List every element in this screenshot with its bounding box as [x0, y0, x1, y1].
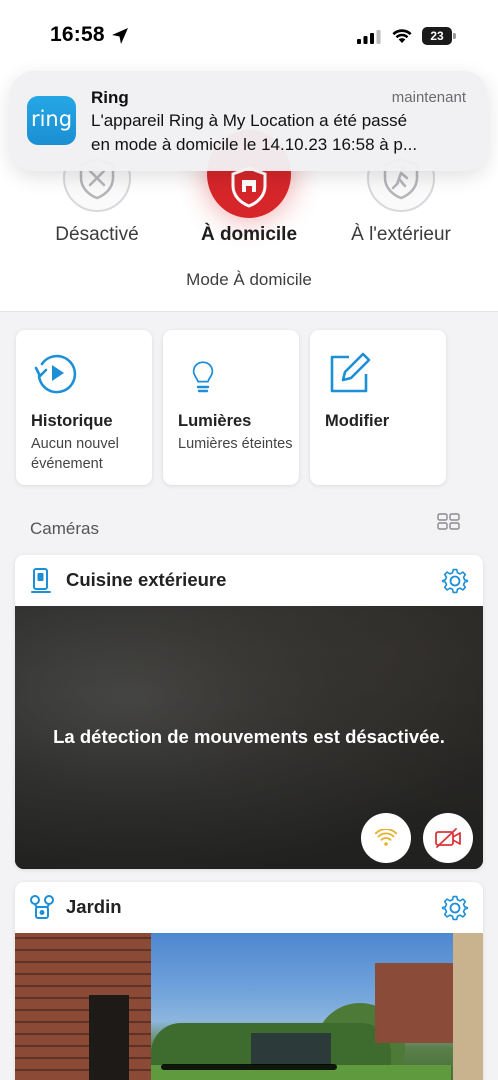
notification-line-1: L'appareil Ring à My Location a été pass…: [91, 111, 408, 130]
doorbell-camera-icon: [31, 568, 51, 593]
battery-indicator: 23: [422, 27, 456, 45]
feed-brick-wall: [15, 933, 151, 1080]
camera-disabled-button[interactable]: [423, 813, 473, 863]
history-icon: [34, 354, 77, 394]
notification-body: L'appareil Ring à My Location a été pass…: [91, 109, 476, 157]
ring-app-icon: ring: [27, 96, 76, 145]
notification-line-2: en mode à domicile le 14.10.23 16:58 à p…: [91, 135, 418, 154]
motion-detection-message: La détection de mouvements est désactivé…: [53, 726, 445, 747]
gear-icon[interactable]: [441, 567, 469, 595]
edit-title: Modifier: [325, 412, 390, 430]
history-card[interactable]: Historique Aucun nouvel événement: [16, 330, 152, 485]
camera-header: Cuisine extérieure: [15, 555, 483, 606]
lights-card[interactable]: Lumières Lumières éteintes: [163, 330, 299, 485]
cellular-signal-icon: [357, 30, 381, 44]
status-time: 16:58: [50, 23, 105, 46]
battery-level: 23: [422, 27, 452, 45]
notification-app-name: Ring: [91, 88, 129, 107]
camera-off-icon: [435, 828, 461, 848]
feed-house: [375, 963, 455, 1043]
wifi-signal-icon: [375, 829, 397, 846]
cameras-section-label: Caméras: [30, 519, 99, 538]
grid-view-icon[interactable]: [437, 513, 460, 530]
mode-caption: Mode À domicile: [186, 270, 312, 289]
camera-name: Cuisine extérieure: [66, 569, 227, 590]
floodlight-camera-icon: [30, 895, 54, 919]
edit-icon: [330, 352, 371, 393]
camera-card-jardin[interactable]: Jardin: [15, 882, 483, 1080]
battery-tip: [453, 33, 456, 39]
mode-away-label: À l'extérieur: [351, 224, 451, 245]
feed-window: [89, 995, 129, 1080]
mode-home-label: À domicile: [200, 224, 298, 245]
lightbulb-icon: [192, 361, 214, 393]
history-subtitle: Aucun nouvel événement: [31, 436, 119, 472]
camera-card-cuisine[interactable]: Cuisine extérieure La détection de mouve…: [15, 555, 483, 869]
mode-disarmed-label: Désactivé: [55, 224, 139, 245]
feed-frame: [453, 933, 483, 1080]
notification-time: maintenant: [391, 89, 466, 106]
wifi-signal-button[interactable]: [361, 813, 411, 863]
camera-name: Jardin: [66, 896, 122, 917]
camera-feed-cuisine[interactable]: La détection de mouvements est désactivé…: [15, 606, 483, 869]
lights-title: Lumières: [178, 412, 252, 430]
wifi-icon: [392, 29, 412, 43]
edit-card[interactable]: Modifier: [310, 330, 446, 485]
notification-banner[interactable]: ring Ring maintenant L'appareil Ring à M…: [10, 71, 488, 171]
camera-header: Jardin: [15, 882, 483, 933]
camera-feed-jardin[interactable]: [15, 933, 483, 1080]
status-bar: 16:58 23: [0, 0, 498, 72]
location-arrow-icon: [112, 28, 128, 44]
gear-icon[interactable]: [441, 894, 469, 922]
home-indicator[interactable]: [161, 1064, 337, 1070]
history-title: Historique: [31, 412, 113, 430]
lights-subtitle: Lumières éteintes: [178, 436, 293, 452]
